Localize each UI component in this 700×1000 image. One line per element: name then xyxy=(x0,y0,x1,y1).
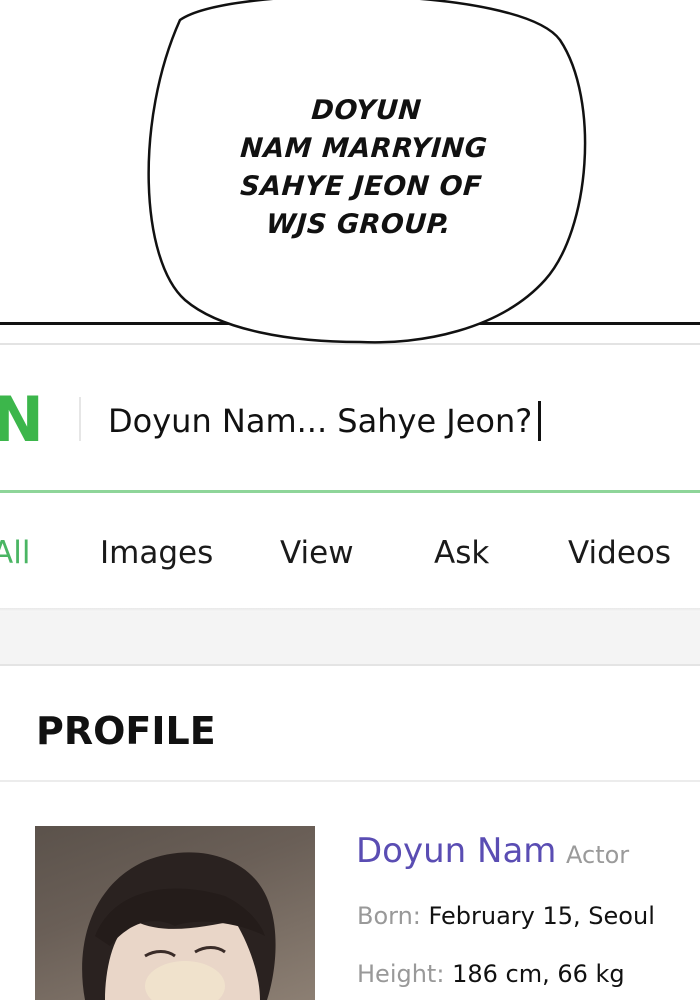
height-label: Height: xyxy=(357,960,445,988)
search-input[interactable]: Doyun Nam... Sahye Jeon? xyxy=(108,398,532,444)
profile-photo-illustration xyxy=(82,852,276,1000)
search-underline xyxy=(0,490,700,493)
height-row: Height: 186 cm, 66 kg xyxy=(357,956,625,992)
born-value: February 15, Seoul xyxy=(428,902,655,930)
section-gap-border xyxy=(0,664,700,666)
speech-line: WJS GROUP. xyxy=(265,209,452,240)
section-gap xyxy=(0,612,700,664)
tab-images[interactable]: Images xyxy=(100,528,213,578)
profile-name-link[interactable]: Doyun Nam xyxy=(356,828,556,874)
profile-photo[interactable] xyxy=(35,826,315,1000)
born-row: Born: February 15, Seoul xyxy=(357,898,655,934)
tab-view[interactable]: View xyxy=(280,528,354,578)
tab-ask[interactable]: Ask xyxy=(434,528,489,578)
profile-divider xyxy=(0,780,700,782)
text-caret xyxy=(538,401,541,441)
height-value: 186 cm, 66 kg xyxy=(452,960,625,988)
profile-section-title: PROFILE xyxy=(36,709,216,753)
search-tabs: All Images View Ask Videos xyxy=(0,528,700,578)
search-divider xyxy=(79,397,81,441)
tab-all[interactable]: All xyxy=(0,528,30,578)
tab-videos[interactable]: Videos xyxy=(568,528,671,578)
born-label: Born: xyxy=(357,902,421,930)
speech-line: NAM MARRYING xyxy=(239,133,489,164)
speech-line: SAHYE JEON OF xyxy=(239,171,484,202)
speech-line: DOYUN xyxy=(310,95,423,126)
profile-role: Actor xyxy=(566,841,630,869)
speech-bubble-text: DOYUN NAM MARRYING SAHYE JEON OF WJS GRO… xyxy=(225,92,501,244)
search-logo[interactable]: N xyxy=(0,385,44,455)
